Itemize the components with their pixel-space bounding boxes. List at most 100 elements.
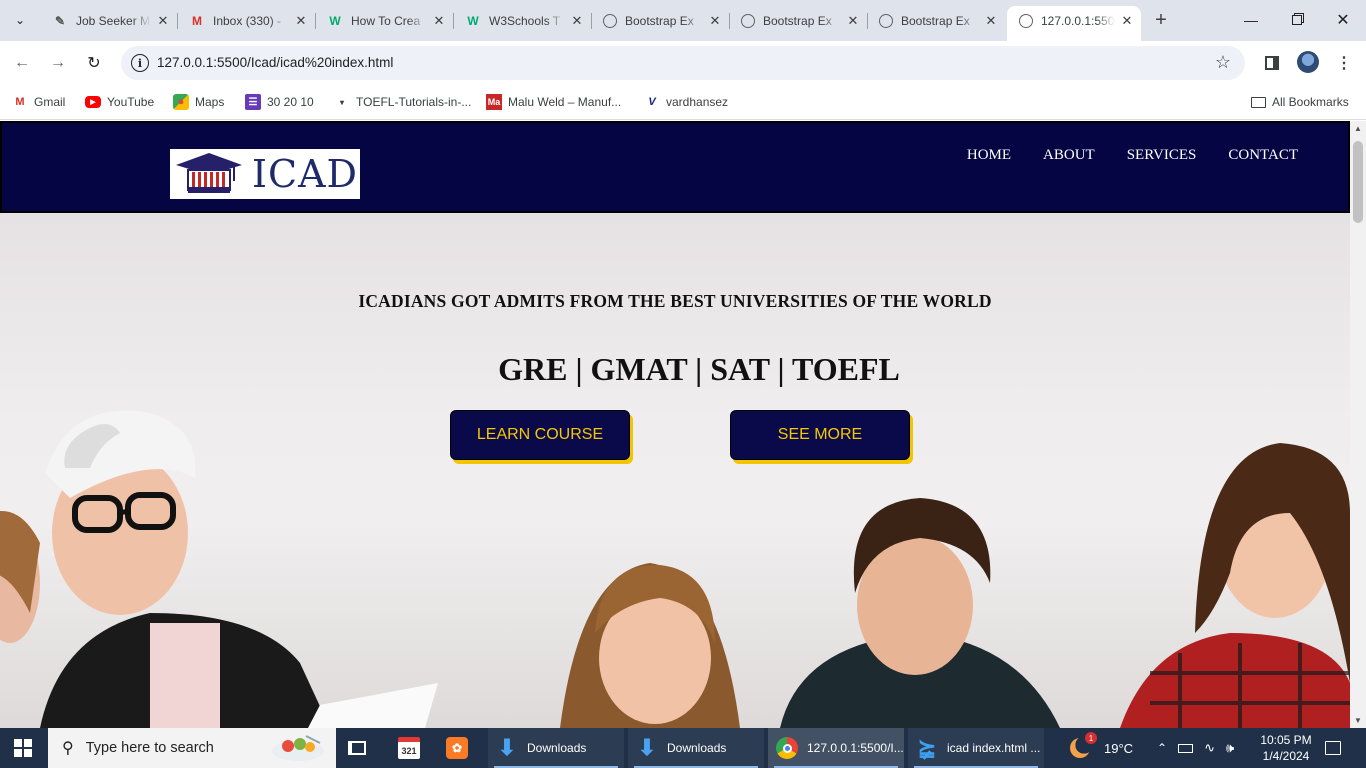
bookmarks-bar: M Gmail ▶ YouTube ● Maps ☰ 30 20 10 ▾ TO… [0,85,1366,120]
close-icon[interactable]: ✕ [845,13,861,29]
weather-moon-icon: 1 [1070,732,1097,758]
menu-kebab-icon[interactable]: ⋮ [1332,51,1356,75]
taskbar-search-box[interactable]: ⚲ Type here to search [48,728,336,768]
wifi-icon[interactable]: ∿ [1204,740,1215,756]
globe-icon [879,13,893,28]
browser-toolbar: ← → ↻ i 127.0.0.1:5500/Icad/icad%20index… [0,41,1366,85]
forward-button[interactable]: → [44,49,72,77]
close-icon[interactable]: ✕ [569,13,585,29]
nav-contact[interactable]: CONTACT [1228,147,1298,164]
nav-home[interactable]: HOME [967,147,1011,164]
system-tray: ⌃ ∿ 🕪 [1157,728,1234,768]
page-scrollbar[interactable]: ▲ ▼ [1350,121,1366,728]
graduation-cap-icon [176,153,242,193]
taskbar-xampp-app[interactable]: ✿ [446,728,477,768]
chrome-icon [776,737,798,759]
salad-bowl-icon [272,735,324,761]
nav-services[interactable]: SERVICES [1127,147,1197,164]
nav-about[interactable]: ABOUT [1043,147,1095,164]
learn-course-button[interactable]: LEARN COURSE [450,410,630,460]
notification-center-button[interactable] [1325,728,1341,768]
hero-section: ICADIANS GOT ADMITS FROM THE BEST UNIVER… [0,213,1350,728]
hero-subtitle: ICADIANS GOT ADMITS FROM THE BEST UNIVER… [358,291,992,311]
job-seeker-favicon: ✎ [54,13,66,28]
taskbar-downloads-2[interactable]: ⬇ Downloads [628,728,764,768]
site-nav-links: HOME ABOUT SERVICES CONTACT [967,147,1298,164]
info-icon[interactable]: i [131,54,149,72]
bookmark-star-icon[interactable]: ☆ [1215,52,1231,73]
logo-text: ICAD [252,152,358,196]
scroll-up-icon[interactable]: ▲ [1354,124,1362,133]
weather-widget[interactable]: 1 19°C [1070,728,1133,768]
v-icon: V [648,96,656,108]
bookmark-maps[interactable]: ● Maps [173,92,224,112]
dropdown-bookmark-icon: ▾ [339,97,344,107]
gmail-favicon: M [192,13,202,28]
bookmark-maluweld[interactable]: Ma Malu Weld – Manuf... [486,92,621,112]
scroll-thumb[interactable] [1353,141,1363,223]
close-icon[interactable]: ✕ [707,13,723,29]
bookmark-30-20-10[interactable]: ☰ 30 20 10 [245,92,314,112]
close-icon[interactable]: ✕ [1119,13,1135,29]
taskbar-chrome[interactable]: 127.0.0.1:5500/I... [768,728,904,768]
clock-date: 1/4/2024 [1262,749,1310,763]
reload-icon: ↻ [87,55,101,72]
page-viewport: ICAD HOME ABOUT SERVICES CONTACT ICADIAN… [0,121,1350,728]
site-logo[interactable]: ICAD [170,149,360,199]
tab-how-to-create[interactable]: W How To Crea ✕ [315,6,454,35]
vscode-icon: ⪶ [917,735,937,760]
tab-w3schools[interactable]: W W3Schools T ✕ [453,6,592,35]
reload-button[interactable]: ↻ [80,49,108,77]
maluweld-icon: Ma [486,94,502,110]
bookmark-youtube[interactable]: ▶ YouTube [85,92,154,112]
search-icon: ⚲ [62,740,74,757]
close-icon[interactable]: ✕ [155,13,171,29]
close-window-button[interactable]: ✕ [1320,0,1366,40]
tab-job-seeker[interactable]: ✎ Job Seeker M ✕ [40,6,178,35]
tab-search-button[interactable]: ⌄ [8,8,32,32]
volume-icon[interactable]: 🕪 [1226,740,1234,756]
address-bar[interactable]: i 127.0.0.1:5500/Icad/icad%20index.html … [121,46,1245,80]
w3schools-favicon: W [467,13,479,28]
site-navbar: ICAD HOME ABOUT SERVICES CONTACT [0,121,1350,213]
bookmark-toefl[interactable]: ▾ TOEFL-Tutorials-in-... [334,92,471,112]
taskbar-vscode[interactable]: ⪶ icad index.html ... [908,728,1044,768]
bookmark-gmail[interactable]: M Gmail [12,92,65,112]
tab-localhost[interactable]: 127.0.0.1:550 ✕ [1007,6,1141,41]
close-icon: ✕ [1336,12,1350,29]
globe-icon [603,13,617,28]
restore-button[interactable] [1274,0,1320,40]
search-placeholder: Type here to search [85,740,214,756]
download-arrow-icon: ⬇ [497,735,517,760]
bookmark-vardhansez[interactable]: V vardhansez [644,92,728,112]
tab-strip: ⌄ ✎ Job Seeker M ✕ M Inbox (330) - ✕ W H… [0,0,1366,41]
new-tab-button[interactable]: + [1150,9,1172,31]
close-icon[interactable]: ✕ [983,13,999,29]
url-text[interactable]: 127.0.0.1:5500/Icad/icad%20index.html [157,55,393,70]
tab-bootstrap-2[interactable]: Bootstrap Ex ✕ [729,6,868,35]
calendar-app-icon: 321 [398,737,420,759]
hero-title: GRE | GMAT | SAT | TOEFL [498,351,900,387]
tab-inbox[interactable]: M Inbox (330) - ✕ [177,6,316,35]
all-bookmarks[interactable]: All Bookmarks [1250,92,1349,112]
close-icon[interactable]: ✕ [293,13,309,29]
task-view-button[interactable] [348,728,374,768]
taskbar-downloads-1[interactable]: ⬇ Downloads [488,728,624,768]
download-arrow-icon: ⬇ [637,735,657,760]
chevron-up-icon[interactable]: ⌃ [1157,741,1167,755]
scroll-down-icon[interactable]: ▼ [1354,716,1362,725]
side-panel-icon[interactable] [1260,51,1284,75]
taskbar-clock[interactable]: 10:05 PM 1/4/2024 [1256,732,1316,764]
profile-avatar[interactable] [1297,51,1319,73]
back-button[interactable]: ← [8,49,36,77]
close-icon[interactable]: ✕ [431,13,447,29]
tab-bootstrap-3[interactable]: Bootstrap Ex ✕ [867,6,1005,35]
minimize-button[interactable]: — [1228,0,1274,40]
windows-start-icon[interactable] [14,739,32,757]
battery-icon[interactable] [1178,743,1194,753]
taskbar-calendar-app[interactable]: 321 [398,728,429,768]
see-more-button[interactable]: SEE MORE [730,410,910,460]
list-icon: ☰ [245,94,261,110]
windows-taskbar: ⚲ Type here to search 321 ✿ ⬇ Downloads … [0,728,1366,768]
tab-bootstrap-1[interactable]: Bootstrap Ex ✕ [591,6,730,35]
